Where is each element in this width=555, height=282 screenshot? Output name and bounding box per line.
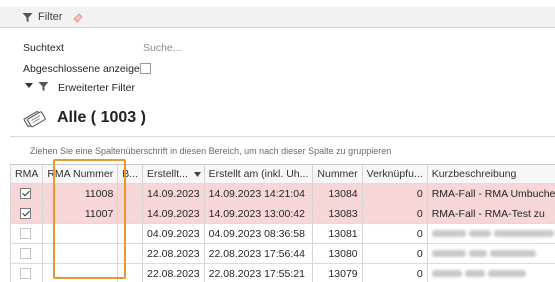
redacted-text	[488, 270, 526, 277]
rma-nummer-cell[interactable]	[43, 244, 118, 264]
nummer-cell[interactable]: 13079	[313, 264, 362, 282]
column-header-erstellt[interactable]: Erstellt...	[143, 165, 205, 184]
b-cell[interactable]	[118, 184, 143, 204]
rma-checkbox[interactable]	[20, 268, 31, 279]
redacted-text	[432, 270, 462, 277]
erstellt-am-cell[interactable]: 14.09.2023 14:21:04	[204, 184, 313, 204]
b-cell[interactable]	[118, 264, 143, 282]
nummer-cell[interactable]: 13084	[313, 184, 362, 204]
verknuepfung-cell[interactable]: 0	[362, 224, 427, 244]
kurzbeschreibung-cell[interactable]: RMA-Fall - RMA Umbuchen-T	[427, 184, 555, 204]
table-row[interactable]: 04.09.2023 04.09.2023 08:36:58 13081 0	[10, 224, 555, 244]
column-header-rma[interactable]: RMA	[11, 165, 43, 184]
column-header-b[interactable]: B...	[118, 165, 143, 184]
column-header-erstellt-am[interactable]: Erstellt am (inkl. Uh...	[204, 165, 313, 184]
verknuepfung-cell[interactable]: 0	[362, 264, 427, 282]
nummer-cell[interactable]: 13083	[313, 204, 362, 224]
column-header-nummer[interactable]: Nummer	[313, 165, 362, 184]
rma-nummer-cell[interactable]: 11008	[43, 184, 118, 204]
extended-filter-toggle[interactable]: Erweiterter Filter	[58, 82, 135, 94]
erstellt-cell[interactable]: 22.08.2023	[143, 264, 205, 282]
erstellt-am-cell[interactable]: 14.09.2023 13:00:42	[204, 204, 313, 224]
show-closed-checkbox[interactable]	[140, 63, 151, 74]
rma-cell[interactable]	[11, 244, 43, 264]
rma-checkbox[interactable]	[20, 248, 31, 259]
rma-nummer-cell[interactable]	[43, 264, 118, 282]
erstellt-cell[interactable]: 22.08.2023	[143, 244, 205, 264]
eraser-icon[interactable]	[72, 11, 84, 23]
rma-cell[interactable]	[11, 204, 43, 224]
rma-nummer-cell[interactable]: 11007	[43, 204, 118, 224]
erstellt-cell[interactable]: 14.09.2023	[143, 204, 205, 224]
redacted-text	[465, 270, 485, 277]
rma-cell[interactable]	[11, 264, 43, 282]
column-header-erstellt-label: Erstellt...	[147, 168, 188, 180]
table-row[interactable]: 11008 14.09.2023 14.09.2023 14:21:04 130…	[10, 184, 555, 204]
rma-cell[interactable]	[11, 224, 43, 244]
verknuepfung-cell[interactable]: 0	[362, 184, 427, 204]
search-input[interactable]: Suche...	[143, 42, 443, 54]
column-header-kurzbeschreibung[interactable]: Kurzbeschreibung	[427, 165, 555, 184]
rma-checkbox[interactable]	[20, 188, 31, 199]
b-cell[interactable]	[118, 244, 143, 264]
kurzbeschreibung-cell[interactable]	[427, 224, 555, 244]
table-row[interactable]: 22.08.2023 22.08.2023 17:56:44 13080 0	[10, 244, 555, 264]
erstellt-am-cell[interactable]: 22.08.2023 17:56:44	[204, 244, 313, 264]
kurzbeschreibung-cell[interactable]	[427, 244, 555, 264]
page-title: Alle ( 1003 )	[57, 109, 146, 127]
table-row[interactable]: 11007 14.09.2023 14.09.2023 13:00:42 130…	[10, 204, 555, 224]
verknuepfung-cell[interactable]: 0	[362, 244, 427, 264]
erstellt-am-cell[interactable]: 04.09.2023 08:36:58	[204, 224, 313, 244]
group-by-hint: Ziehen Sie eine Spaltenüberschrift in di…	[30, 146, 391, 156]
filter-title: Filter	[38, 11, 62, 23]
redacted-text	[469, 230, 491, 237]
nummer-cell[interactable]: 13080	[313, 244, 362, 264]
redacted-text	[490, 250, 536, 257]
data-grid: RMA RMA Nummer B... Erstellt... Erstellt…	[10, 164, 555, 282]
nummer-cell[interactable]: 13081	[313, 224, 362, 244]
table-row[interactable]: 22.08.2023 22.08.2023 17:55:21 13079 0	[10, 264, 555, 282]
redacted-text	[432, 230, 466, 237]
rma-cell[interactable]	[11, 184, 43, 204]
redacted-text	[494, 230, 554, 237]
b-cell[interactable]	[118, 224, 143, 244]
erstellt-cell[interactable]: 04.09.2023	[143, 224, 205, 244]
funnel-icon	[38, 81, 49, 92]
redacted-text	[469, 250, 487, 257]
rma-checkbox[interactable]	[20, 208, 31, 219]
b-cell[interactable]	[118, 204, 143, 224]
kurzbeschreibung-cell[interactable]	[427, 264, 555, 282]
erstellt-cell[interactable]: 14.09.2023	[143, 184, 205, 204]
rma-checkbox[interactable]	[20, 228, 31, 239]
verknuepfung-cell[interactable]: 0	[362, 204, 427, 224]
sort-down-icon	[194, 172, 201, 177]
search-label: Suchtext	[23, 42, 64, 54]
column-header-verknuepfung[interactable]: Verknüpfu...	[362, 165, 427, 184]
show-closed-label: Abgeschlossene anzeigen	[23, 63, 146, 75]
rma-nummer-cell[interactable]	[43, 224, 118, 244]
funnel-icon	[22, 12, 33, 23]
kurzbeschreibung-cell[interactable]: RMA-Fall - RMA-Test zu	[427, 204, 555, 224]
tickets-icon	[22, 110, 46, 128]
chevron-down-icon[interactable]	[25, 83, 33, 89]
redacted-text	[432, 250, 466, 257]
column-header-rma-nummer[interactable]: RMA Nummer	[43, 165, 118, 184]
erstellt-am-cell[interactable]: 22.08.2023 17:55:21	[204, 264, 313, 282]
